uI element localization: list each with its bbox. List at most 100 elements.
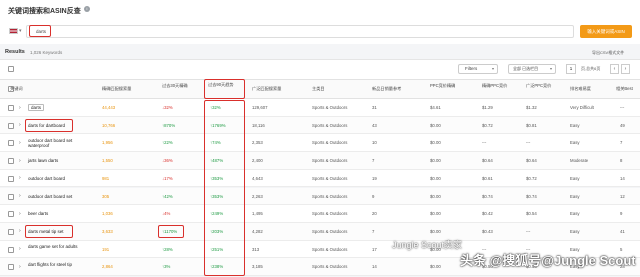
watermark-text: 头条 @搜狐号@Jungle Scout <box>460 253 636 268</box>
chevron-right-icon[interactable]: › <box>621 64 630 74</box>
row-checkbox[interactable] <box>8 140 14 147</box>
row-checkbox[interactable] <box>8 211 14 218</box>
table-row[interactable]: › beer darts 1,036 ↓4% ↑249% 1,495 Sport… <box>0 205 640 223</box>
table-row[interactable]: › jarts lawn darts 1,550 ↓36% ↑487% 2,40… <box>0 152 640 170</box>
keyword-text: darts game set for adults <box>28 244 78 250</box>
keyword-cell[interactable]: outdoor dart board <box>28 176 90 181</box>
info-icon[interactable]: i <box>84 6 90 12</box>
page-number-input[interactable]: 1 <box>566 64 576 74</box>
row-checkbox[interactable] <box>8 228 14 235</box>
chevron-right-icon[interactable]: › <box>19 246 21 252</box>
col-broad-volume[interactable]: 广泛匹配搜索量 <box>252 86 281 91</box>
keyword-text: darts <box>28 104 45 111</box>
ppc-exact-cell: $0.00 <box>430 264 441 270</box>
exact-ppc-cell: $0.64 <box>482 158 493 164</box>
exact-volume-cell: 1,550 <box>102 158 113 164</box>
row-checkbox[interactable] <box>8 175 14 182</box>
broad-volume-cell: 18,116 <box>252 122 265 128</box>
broad-volume-cell: 4,282 <box>252 228 263 234</box>
broad-volume-cell: 2,400 <box>252 158 263 164</box>
chevron-down-icon: ▾ <box>491 66 494 71</box>
ppc-exact-cell: $0.00 <box>430 211 441 217</box>
columns-label: 全部 已选栏目 <box>513 66 539 71</box>
col-broad-ppc[interactable]: 广泛PPC竞价 <box>526 83 556 88</box>
table-row[interactable]: › darts for dartboard 10,766 ↑870% ↑1769… <box>0 116 640 135</box>
keyword-cell[interactable]: darts game set for adults <box>28 244 90 249</box>
keyword-cell[interactable]: beer darts <box>28 211 90 216</box>
category-cell: Sports & Outdoors <box>312 264 348 270</box>
table-row[interactable]: › outdoor dart board 981 ↓17% ↑353% 4,64… <box>0 169 640 188</box>
difficulty-cell: Easy <box>570 211 580 217</box>
chevron-right-icon[interactable]: › <box>19 193 21 199</box>
category-cell: Sports & Outdoors <box>312 211 348 217</box>
d30-value: 3% <box>164 264 171 270</box>
chevron-right-icon[interactable]: › <box>19 105 21 111</box>
columns-select[interactable]: 全部 已选栏目 ▾ <box>508 64 556 74</box>
col-ppc-exact[interactable]: PPC竞价精确 <box>430 83 460 88</box>
keyword-cell[interactable]: dart flights for steel tip <box>28 262 90 267</box>
col-daily-sales[interactable]: 新品日销量参考 <box>372 86 401 91</box>
exact-ppc-cell: $1.29 <box>482 105 493 110</box>
table-row[interactable]: › outdoor dart board set waterproof 1,95… <box>0 134 640 153</box>
col-exact-volume[interactable]: 精确匹配搜索量 <box>102 86 131 91</box>
keyword-cell[interactable]: darts <box>28 104 90 111</box>
us-flag-icon[interactable] <box>9 28 18 34</box>
keyword-cell[interactable]: outdoor dart board set waterproof <box>28 138 90 148</box>
chevron-right-icon[interactable]: › <box>19 264 21 270</box>
row-checkbox[interactable] <box>8 105 14 111</box>
d30-cell: ↑870% <box>162 123 175 128</box>
select-all-checkbox[interactable] <box>8 66 14 72</box>
search-highlight-box <box>29 25 51 37</box>
keyword-text: dart flights for steel tip <box>28 261 73 267</box>
col-keyword[interactable]: 关键词 <box>10 86 23 91</box>
keyword-cell[interactable]: outdoor dart board set <box>28 194 90 199</box>
results-count: 1,026 Keywords <box>30 50 63 55</box>
filters-button[interactable]: Filters ▾ <box>458 64 498 74</box>
exact-ppc-cell: --- <box>482 140 487 146</box>
row-checkbox[interactable] <box>8 264 14 271</box>
d30-cell: ↓4% <box>162 211 170 216</box>
category-cell: Sports & Outdoors <box>312 175 348 181</box>
daily-sales-cell: 7 <box>372 228 375 234</box>
chevron-right-icon[interactable]: › <box>19 228 21 234</box>
chevron-right-icon[interactable]: › <box>19 158 21 164</box>
col-difficulty[interactable]: 排名难易度 <box>570 86 591 91</box>
broad-ppc-cell: $0.72 <box>526 175 537 181</box>
table-row[interactable]: › darts metal tip set 3,633 ↑1170% ↑203%… <box>0 222 640 241</box>
col-category[interactable]: 主类目 <box>312 86 325 91</box>
row-checkbox[interactable] <box>8 158 14 165</box>
col-30d-exact[interactable]: 过去30天精确 <box>162 83 202 88</box>
d30-highlight-box <box>158 224 184 238</box>
search-input[interactable] <box>26 25 574 38</box>
chevron-right-icon[interactable]: › <box>19 122 21 128</box>
chevron-down-icon[interactable]: ▾ <box>19 28 22 34</box>
export-csv-button[interactable]: 导出CSV格式文件 <box>592 50 624 56</box>
keyword-highlight-box <box>25 224 73 238</box>
chevron-right-icon[interactable]: › <box>19 175 21 181</box>
chevron-left-icon[interactable]: ‹ <box>610 64 619 74</box>
row-checkbox[interactable] <box>8 122 14 129</box>
related-best-cell: 14 <box>620 175 625 181</box>
chevron-right-icon[interactable]: › <box>19 140 21 146</box>
d30-value: 22% <box>164 140 173 146</box>
broad-ppc-cell: $0.81 <box>526 122 537 128</box>
keyword-cell[interactable]: jarts lawn darts <box>28 158 90 163</box>
col-exact-ppc[interactable]: 精确PPC竞价 <box>482 83 512 88</box>
row-checkbox[interactable] <box>8 246 14 253</box>
broad-ppc-cell: $0.54 <box>526 211 537 217</box>
row-checkbox[interactable] <box>8 193 14 200</box>
ppc-exact-cell: $0.00 <box>430 122 441 128</box>
broad-ppc-cell: $1.32 <box>526 105 537 110</box>
difficulty-cell: Easy <box>570 140 580 146</box>
category-cell: Sports & Outdoors <box>312 140 348 146</box>
search-button[interactable]: 输入关键词或ASIN <box>580 25 632 38</box>
table-row[interactable]: › darts 44,443 ↓32% ↑32% 129,607 Sports … <box>0 99 640 117</box>
table-row[interactable]: › outdoor dart board set 305 ↑42% ↑353% … <box>0 187 640 206</box>
chevron-right-icon[interactable]: › <box>19 211 21 217</box>
d30-value: 32% <box>164 105 173 110</box>
d30-value: 17% <box>164 175 173 181</box>
exact-volume-cell: 44,443 <box>102 105 116 110</box>
col-related-best[interactable]: 相关Best <box>616 86 633 91</box>
category-cell: Sports & Outdoors <box>312 122 348 128</box>
ppc-exact-cell: $0.00 <box>430 193 441 199</box>
